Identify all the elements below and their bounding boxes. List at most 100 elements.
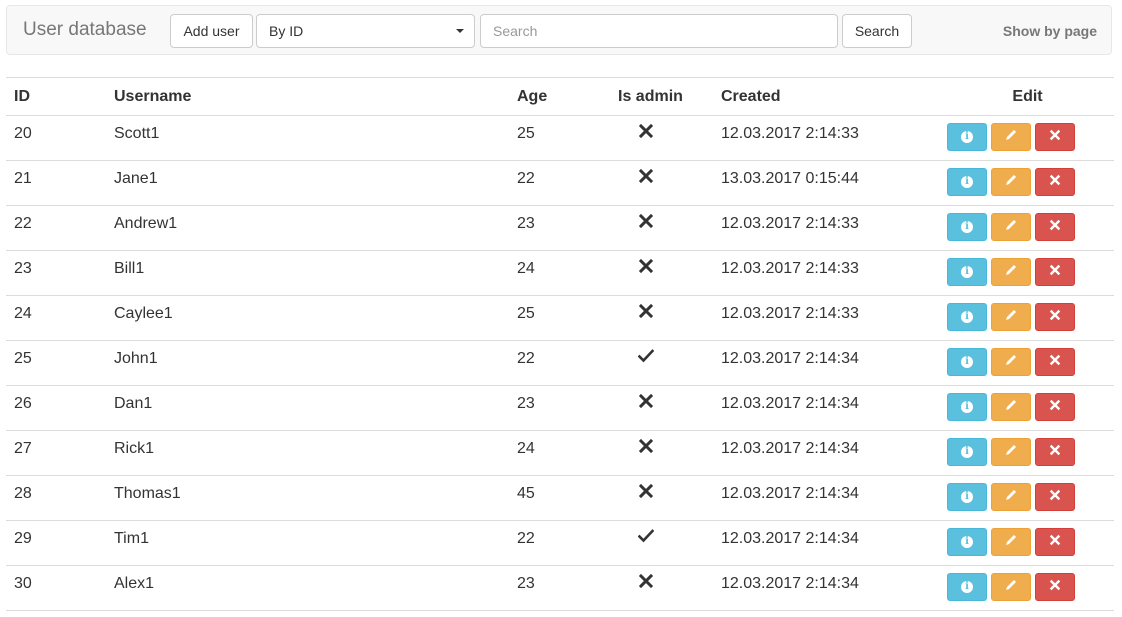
- info-icon: i: [961, 176, 973, 188]
- cell-actions: i: [941, 430, 1114, 476]
- search-button[interactable]: Search: [842, 14, 912, 48]
- sort-select[interactable]: By ID: [256, 14, 475, 48]
- edit-button[interactable]: [991, 393, 1031, 421]
- cell-id: 27: [6, 430, 106, 476]
- cell-created: 12.03.2017 2:14:33: [713, 205, 941, 251]
- cell-id: 23: [6, 250, 106, 296]
- cell-age: 45: [509, 475, 600, 521]
- edit-button[interactable]: [991, 258, 1031, 286]
- cell-actions: i: [941, 385, 1114, 431]
- pencil-icon: [1004, 578, 1018, 597]
- info-button[interactable]: i: [947, 303, 987, 331]
- cell-actions: i: [941, 160, 1114, 206]
- info-button[interactable]: i: [947, 438, 987, 466]
- cell-id: 26: [6, 385, 106, 431]
- cell-is-admin: [600, 250, 713, 296]
- info-button[interactable]: i: [947, 483, 987, 511]
- cell-age: 22: [509, 340, 600, 386]
- info-button[interactable]: i: [947, 348, 987, 376]
- cell-created: 13.03.2017 0:15:44: [713, 160, 941, 206]
- edit-button[interactable]: [991, 438, 1031, 466]
- cell-created: 12.03.2017 2:14:34: [713, 430, 941, 476]
- edit-button[interactable]: [991, 168, 1031, 196]
- cell-is-admin: [600, 205, 713, 251]
- column-header-id: ID: [6, 77, 106, 116]
- edit-button[interactable]: [991, 213, 1031, 241]
- cell-is-admin: [600, 115, 713, 161]
- cell-created: 12.03.2017 2:14:34: [713, 340, 941, 386]
- remove-icon: [1049, 308, 1061, 326]
- info-button[interactable]: i: [947, 393, 987, 421]
- check-icon: [638, 349, 654, 368]
- edit-button[interactable]: [991, 123, 1031, 151]
- sort-select-value: By ID: [269, 23, 304, 39]
- cell-username: Scott1: [106, 115, 509, 161]
- delete-button[interactable]: [1035, 348, 1075, 376]
- pencil-icon: [1004, 398, 1018, 417]
- cell-is-admin: [600, 160, 713, 206]
- remove-icon: [1049, 263, 1061, 281]
- delete-button[interactable]: [1035, 573, 1075, 601]
- info-button[interactable]: i: [947, 123, 987, 151]
- cell-age: 23: [509, 565, 600, 611]
- add-user-button[interactable]: Add user: [170, 14, 253, 48]
- info-icon: i: [961, 401, 973, 413]
- cell-created: 12.03.2017 2:14:34: [713, 385, 941, 431]
- edit-button[interactable]: [991, 528, 1031, 556]
- delete-button[interactable]: [1035, 213, 1075, 241]
- cell-username: Jane1: [106, 160, 509, 206]
- cell-is-admin: [600, 295, 713, 341]
- table-row: 30 Alex1 23 12.03.2017 2:14:34 i: [6, 565, 1114, 611]
- delete-button[interactable]: [1035, 168, 1075, 196]
- table-row: 20 Scott1 25 12.03.2017 2:14:33 i: [6, 115, 1114, 161]
- cell-created: 12.03.2017 2:14:34: [713, 520, 941, 566]
- info-button[interactable]: i: [947, 168, 987, 196]
- pencil-icon: [1004, 533, 1018, 552]
- cell-age: 25: [509, 295, 600, 341]
- app-title[interactable]: User database: [23, 19, 147, 41]
- delete-button[interactable]: [1035, 483, 1075, 511]
- cross-icon: [638, 258, 654, 278]
- column-header-age: Age: [509, 77, 600, 116]
- cell-actions: i: [941, 520, 1114, 566]
- info-icon: i: [961, 491, 973, 503]
- delete-button[interactable]: [1035, 303, 1075, 331]
- cell-age: 24: [509, 430, 600, 476]
- cell-id: 30: [6, 565, 106, 611]
- info-button[interactable]: i: [947, 213, 987, 241]
- cell-username: Rick1: [106, 430, 509, 476]
- cell-actions: i: [941, 250, 1114, 296]
- cell-is-admin: [600, 385, 713, 431]
- delete-button[interactable]: [1035, 438, 1075, 466]
- edit-button[interactable]: [991, 573, 1031, 601]
- chevron-down-icon: [456, 29, 464, 33]
- delete-button[interactable]: [1035, 528, 1075, 556]
- cell-age: 22: [509, 520, 600, 566]
- table-row: 23 Bill1 24 12.03.2017 2:14:33 i: [6, 250, 1114, 296]
- table-row: 26 Dan1 23 12.03.2017 2:14:34 i: [6, 385, 1114, 431]
- edit-button[interactable]: [991, 483, 1031, 511]
- info-icon: i: [961, 536, 973, 548]
- cell-username: Tim1: [106, 520, 509, 566]
- table-row: 21 Jane1 22 13.03.2017 0:15:44 i: [6, 160, 1114, 206]
- edit-button[interactable]: [991, 348, 1031, 376]
- show-by-page-toggle[interactable]: Show by page: [1003, 23, 1097, 39]
- cell-id: 25: [6, 340, 106, 386]
- remove-icon: [1049, 128, 1061, 146]
- remove-icon: [1049, 443, 1061, 461]
- edit-button[interactable]: [991, 303, 1031, 331]
- delete-button[interactable]: [1035, 258, 1075, 286]
- delete-button[interactable]: [1035, 393, 1075, 421]
- search-input[interactable]: [480, 14, 838, 48]
- delete-button[interactable]: [1035, 123, 1075, 151]
- users-table: ID Username Age Is admin Created Edit 20…: [6, 77, 1114, 611]
- cell-actions: i: [941, 475, 1114, 521]
- cell-created: 12.03.2017 2:14:34: [713, 475, 941, 521]
- cell-actions: i: [941, 205, 1114, 251]
- info-button[interactable]: i: [947, 573, 987, 601]
- info-button[interactable]: i: [947, 528, 987, 556]
- cell-actions: i: [941, 295, 1114, 341]
- info-button[interactable]: i: [947, 258, 987, 286]
- cell-actions: i: [941, 565, 1114, 611]
- cell-id: 29: [6, 520, 106, 566]
